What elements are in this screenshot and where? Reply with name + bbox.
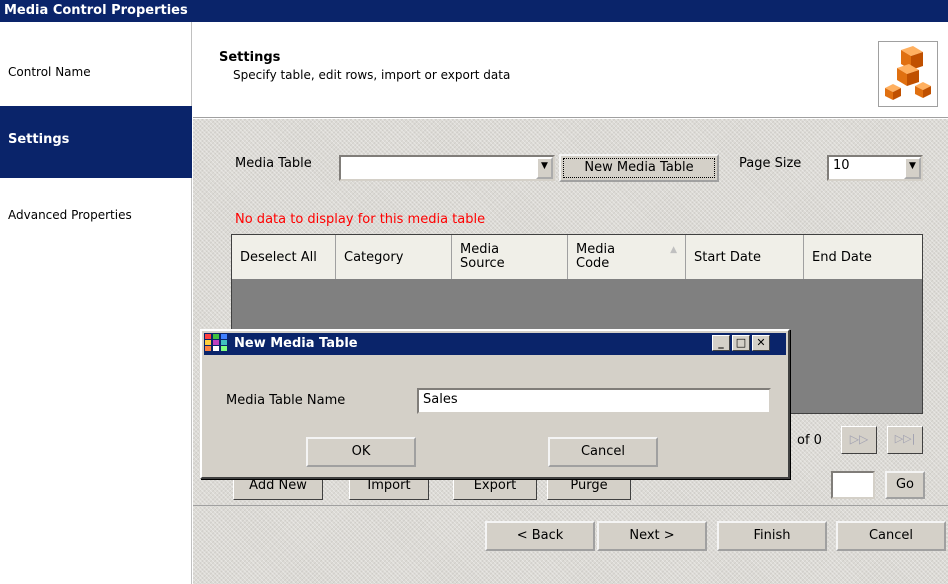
grid-app-icon bbox=[205, 334, 227, 351]
dialog-cancel-button[interactable]: Cancel bbox=[548, 437, 658, 467]
last-page-icon[interactable]: ▷▷| bbox=[887, 426, 923, 454]
column-deselect-all[interactable]: Deselect All bbox=[232, 235, 336, 279]
column-media-code-label: Media Code bbox=[576, 242, 616, 271]
nav-item-control-name[interactable]: Control Name bbox=[0, 62, 192, 82]
grid-header: Deselect All Category Media Source Media… bbox=[232, 235, 922, 279]
new-media-table-button[interactable]: New Media Table bbox=[559, 154, 719, 182]
cubes-icon bbox=[878, 41, 938, 107]
finish-button[interactable]: Finish bbox=[717, 521, 827, 551]
no-data-message: No data to display for this media table bbox=[235, 212, 486, 227]
page-size-value: 10 bbox=[833, 158, 850, 173]
go-button[interactable]: Go bbox=[885, 471, 925, 499]
next-button[interactable]: Next > bbox=[597, 521, 707, 551]
dialog-title[interactable]: New Media Table bbox=[204, 333, 786, 355]
left-nav: Control Name Settings Advanced Propertie… bbox=[0, 22, 192, 584]
media-table-combo[interactable]: ▼ bbox=[339, 155, 555, 181]
sort-ascending-icon: ▲ bbox=[670, 245, 677, 255]
column-end-date[interactable]: End Date bbox=[804, 235, 922, 279]
chevron-down-icon[interactable]: ▼ bbox=[904, 157, 921, 179]
footer-divider bbox=[193, 505, 948, 506]
pager-of-text: of 0 bbox=[797, 433, 822, 448]
nav-item-settings[interactable]: Settings bbox=[0, 106, 192, 178]
page-header: Settings Specify table, edit rows, impor… bbox=[193, 22, 948, 118]
new-media-table-dialog: New Media Table _ □ ✕ Media Table Name S… bbox=[200, 329, 790, 479]
column-start-date[interactable]: Start Date bbox=[686, 235, 804, 279]
media-table-label: Media Table bbox=[235, 156, 312, 171]
ok-button[interactable]: OK bbox=[306, 437, 416, 467]
header-title: Settings bbox=[219, 50, 281, 65]
window-title: Media Control Properties bbox=[0, 0, 948, 22]
media-table-name-label: Media Table Name bbox=[226, 393, 346, 408]
minimize-icon[interactable]: _ bbox=[712, 335, 730, 351]
next-page-icon[interactable]: ▷▷ bbox=[841, 426, 877, 454]
page-number-input[interactable] bbox=[831, 471, 875, 499]
close-icon[interactable]: ✕ bbox=[752, 335, 770, 351]
media-table-name-input[interactable]: Sales bbox=[417, 388, 771, 414]
cancel-button[interactable]: Cancel bbox=[836, 521, 946, 551]
column-media-code[interactable]: Media Code ▲ bbox=[568, 235, 686, 279]
column-category[interactable]: Category bbox=[336, 235, 452, 279]
column-media-source[interactable]: Media Source bbox=[452, 235, 568, 279]
page-size-select[interactable]: 10 ▼ bbox=[827, 155, 923, 181]
nav-item-advanced-properties[interactable]: Advanced Properties bbox=[0, 205, 192, 225]
maximize-icon[interactable]: □ bbox=[732, 335, 750, 351]
back-button[interactable]: < Back bbox=[485, 521, 595, 551]
header-subtitle: Specify table, edit rows, import or expo… bbox=[233, 68, 511, 82]
chevron-down-icon[interactable]: ▼ bbox=[536, 157, 553, 179]
page-size-label: Page Size bbox=[739, 156, 802, 171]
